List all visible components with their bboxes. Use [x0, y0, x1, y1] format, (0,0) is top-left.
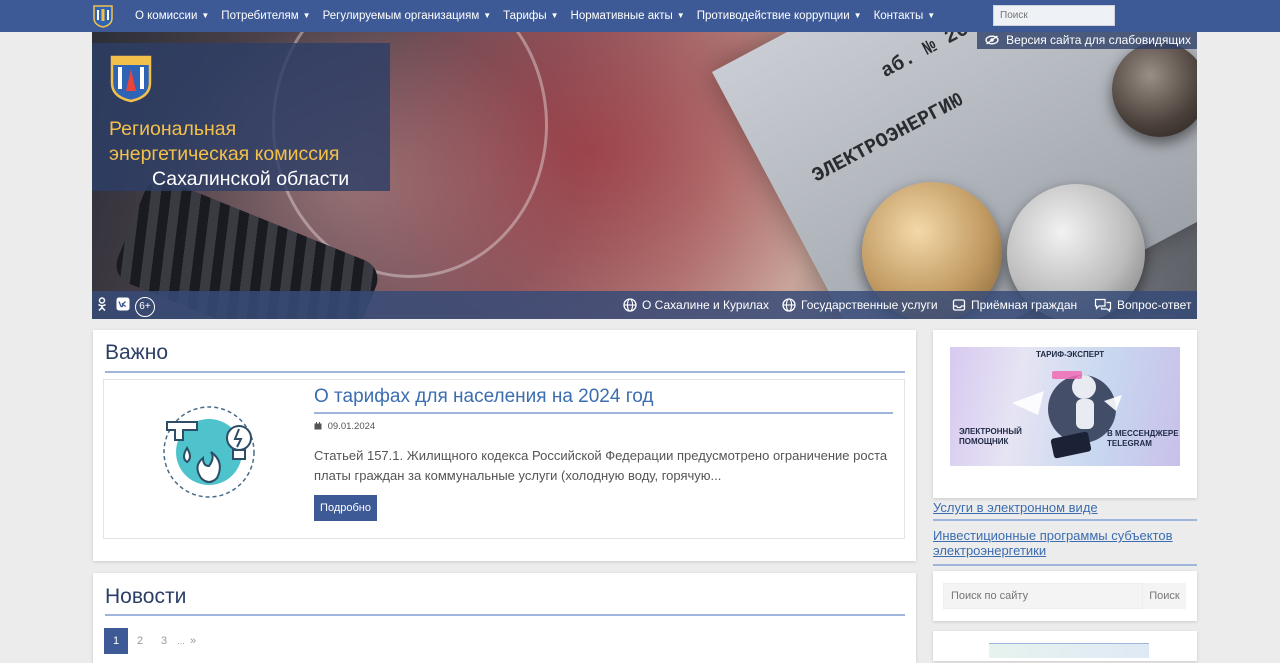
page-link-2[interactable]: 2	[128, 628, 152, 654]
main-menu: О комиссии ▼ Потребителям ▼ Регулируемым о…	[129, 0, 941, 32]
caret-down-icon: ▼	[676, 11, 685, 20]
sidebar-link-e-services[interactable]: Услуги в электронном виде	[933, 500, 1098, 515]
section-heading: Новости	[105, 585, 187, 608]
site-title-box[interactable]: Региональная энергетическая комиссия Сах…	[92, 43, 390, 191]
page-link-1[interactable]: 1	[104, 628, 128, 654]
nav-item-contacts[interactable]: Контакты ▼	[868, 0, 942, 32]
important-article: О тарифах для населения на 2024 год 09.0…	[103, 379, 905, 539]
promo-left-text: ЭЛЕКТРОННЫЙ ПОМОЩНИК	[959, 427, 1022, 446]
caret-down-icon: ▼	[550, 11, 559, 20]
vk-icon[interactable]	[116, 297, 130, 315]
globe-icon	[782, 298, 796, 312]
nav-item-normative-acts[interactable]: Нормативные акты ▼	[565, 0, 691, 32]
chat-icon	[1094, 298, 1112, 313]
sidebar-divider	[933, 519, 1197, 521]
heading-divider	[105, 371, 905, 373]
header-banner: аб. № 2687617 ЭЛЕКТРОЭНЕРГИЮ Региональна…	[92, 32, 1197, 319]
eye-slash-icon	[985, 33, 1006, 47]
nav-item-label: Нормативные акты	[570, 10, 673, 22]
nav-item-regulated-orgs[interactable]: Регулируемым организациям ▼	[317, 0, 498, 32]
bar-link-label: Вопрос-ответ	[1117, 298, 1192, 312]
site-search-button[interactable]: Поиск	[1143, 583, 1186, 609]
nav-item-consumers[interactable]: Потребителям ▼	[215, 0, 316, 32]
article-date-text: 09.01.2024	[327, 421, 376, 432]
nav-item-label: Потребителям	[221, 10, 299, 22]
section-heading: Важно	[105, 341, 169, 364]
doc-label: ЭЛЕКТРОЭНЕРГИЮ	[808, 89, 968, 189]
coin-image	[1112, 42, 1197, 137]
visually-impaired-link[interactable]: Версия сайта для слабовидящих	[976, 32, 1197, 49]
top-search-input[interactable]	[993, 5, 1115, 26]
nav-item-label: Тарифы	[503, 10, 547, 22]
globe-icon	[623, 298, 637, 312]
page-link-3[interactable]: 3	[152, 628, 176, 654]
link-citizens-reception[interactable]: Приёмная граждан	[952, 291, 1077, 319]
caret-down-icon: ▼	[853, 11, 862, 20]
link-sakhalin-kuril[interactable]: О Сахалине и Курилах	[623, 291, 769, 319]
link-faq[interactable]: Вопрос-ответ	[1094, 291, 1191, 319]
bar-link-label: Государственные услуги	[801, 298, 938, 312]
top-navbar: О комиссии ▼ Потребителям ▼ Регулируемым о…	[0, 0, 1280, 32]
caret-down-icon: ▼	[201, 11, 210, 20]
tariff-expert-promo-banner[interactable]: ТАРИФ-ЭКСПЕРТ ЭЛЕКТРОННЫЙ ПОМОЩНИК В МЕС…	[950, 347, 1180, 466]
article-title-divider	[314, 412, 893, 414]
nav-item-label: О комиссии	[135, 10, 198, 22]
ok-icon[interactable]	[97, 297, 107, 315]
nav-item-about[interactable]: О комиссии ▼	[129, 0, 215, 32]
site-search-input[interactable]	[943, 583, 1143, 609]
bar-link-label: Приёмная граждан	[971, 298, 1078, 312]
heading-divider	[105, 614, 905, 616]
sidebar-banner-image[interactable]	[989, 643, 1149, 658]
promo-title: ТАРИФ-ЭКСПЕРТ	[1036, 350, 1105, 359]
article-excerpt: Статьей 157.1. Жилищного кодекса Российс…	[314, 448, 888, 483]
coat-of-arms-icon	[110, 55, 152, 103]
nav-item-tariffs[interactable]: Тарифы ▼	[497, 0, 564, 32]
age-rating-badge: 6+	[135, 297, 155, 317]
utilities-illustration-icon	[163, 406, 255, 498]
inbox-icon	[952, 299, 966, 311]
promo-right-text: В МЕССЕНДЖЕРЕ TELEGRAM	[1107, 429, 1179, 448]
site-title-line-2: энергетическая комиссия	[109, 143, 340, 165]
page-next-link[interactable]: »	[186, 628, 200, 654]
nav-item-label: Контакты	[873, 10, 924, 22]
link-gov-services[interactable]: Государственные услуги	[782, 291, 938, 319]
calendar-icon	[314, 421, 328, 432]
site-title-line-1: Региональная	[109, 118, 237, 140]
caret-down-icon: ▼	[302, 11, 311, 20]
caret-down-icon: ▼	[483, 11, 492, 20]
sidebar-link-investment-programs[interactable]: Инвестиционные программы субъектов элект…	[933, 528, 1197, 558]
coat-of-arms-icon[interactable]	[92, 4, 114, 28]
bar-link-label: О Сахалине и Курилах	[642, 298, 769, 312]
sidebar-banner-card	[933, 631, 1197, 661]
nav-item-anticorruption[interactable]: Противодействие коррупции ▼	[691, 0, 868, 32]
caret-down-icon: ▼	[927, 11, 936, 20]
nav-item-label: Регулируемым организациям	[322, 10, 480, 22]
sidebar-divider	[933, 564, 1197, 566]
banner-link-bar: 6+ О Сахалине и Курилах Государственные …	[92, 291, 1197, 319]
visually-impaired-label: Версия сайта для слабовидящих	[1006, 33, 1191, 47]
article-date: 09.01.2024	[314, 421, 375, 432]
read-more-button[interactable]: Подробно	[314, 495, 377, 521]
site-title-line-3: Сахалинской области	[152, 168, 350, 190]
news-pagination: 1 2 3 ... »	[104, 628, 200, 654]
nav-item-label: Противодействие коррупции	[696, 10, 850, 22]
page-ellipsis: ...	[177, 636, 185, 646]
news-section: Новости	[93, 573, 916, 663]
article-title-link[interactable]: О тарифах для населения на 2024 год	[314, 386, 653, 408]
